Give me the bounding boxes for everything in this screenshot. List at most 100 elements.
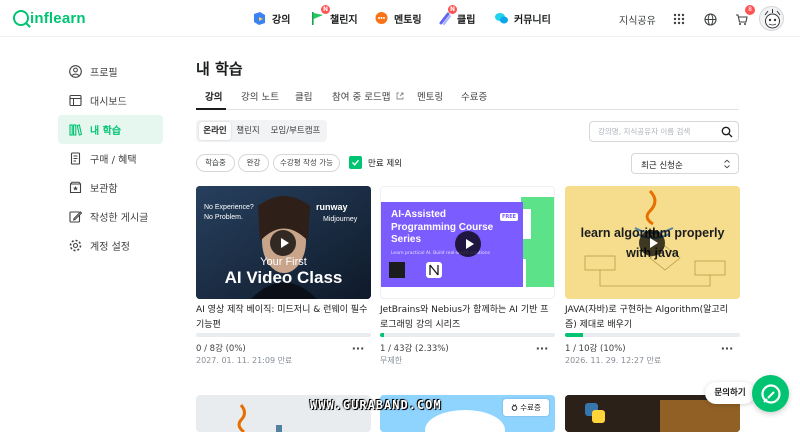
more-options-button[interactable]: ··· bbox=[351, 343, 365, 356]
profile-icon bbox=[68, 65, 82, 79]
chevron-updown-icon bbox=[724, 159, 730, 169]
course-progress-count: 1 / 43강 (2.33%) bbox=[380, 344, 449, 354]
cart-icon bbox=[735, 13, 748, 25]
play-button[interactable] bbox=[639, 230, 665, 256]
sort-select[interactable]: 최근 신청순 bbox=[631, 153, 739, 174]
segment-challenge[interactable]: 챌린지 bbox=[233, 122, 263, 140]
thumb-subtitle: Learn practical AI. Build real-world sol… bbox=[391, 251, 491, 256]
tab-certificates[interactable]: 수료증 bbox=[461, 89, 487, 103]
cart-count-badge: 8 bbox=[745, 5, 755, 15]
thumb-tagline-line2: No Problem. bbox=[204, 214, 243, 221]
exclude-expired-checkbox[interactable] bbox=[349, 156, 362, 169]
sidebar-item-label: 대시보드 bbox=[90, 97, 127, 108]
course-title[interactable]: JAVA(자바)로 구현하는 Algorithm(알고리즘) 제대로 배우기 bbox=[565, 303, 737, 333]
page-title: 내 학습 bbox=[196, 60, 243, 78]
tab-lecture-notes[interactable]: 강의 노트 bbox=[241, 89, 279, 103]
filter-chip-in-progress[interactable]: 학습중 bbox=[196, 154, 235, 172]
sidebar-item-archive[interactable]: 보관함 bbox=[58, 173, 163, 202]
thumb-tagline-line1: No Experience? bbox=[204, 204, 254, 211]
tab-clips[interactable]: 클립 bbox=[295, 89, 312, 103]
sidebar: 프로필 대시보드 내 학습 구매 / 혜택 보관함 작성한 게시글 계정 설정 bbox=[58, 57, 163, 260]
books-icon bbox=[68, 123, 82, 137]
tab-lectures[interactable]: 강의 bbox=[205, 89, 222, 103]
course-title[interactable]: JetBrains와 Nebius가 함께하는 AI 기반 프로그래밍 강의 시… bbox=[380, 303, 552, 333]
course-progress-count: 0 / 8강 (0%) bbox=[196, 344, 246, 354]
logo-mark-icon bbox=[13, 10, 29, 26]
community-icon bbox=[494, 11, 509, 26]
thumb-free-tag: FREE bbox=[500, 213, 519, 221]
knowledge-share-link[interactable]: 지식공유 bbox=[619, 12, 656, 27]
nav-lecture[interactable]: 강의 bbox=[252, 9, 290, 27]
cart-button[interactable]: 8 bbox=[730, 5, 755, 30]
sidebar-item-label: 작성한 게시글 bbox=[90, 213, 149, 224]
external-link-icon bbox=[396, 92, 403, 100]
apps-grid-button[interactable] bbox=[668, 8, 690, 30]
sidebar-item-my-learning[interactable]: 내 학습 bbox=[58, 115, 163, 144]
search-input[interactable] bbox=[598, 125, 718, 138]
sort-value: 최근 신청순 bbox=[641, 161, 683, 171]
settings-icon bbox=[68, 239, 82, 253]
archive-icon bbox=[68, 181, 82, 195]
play-button[interactable] bbox=[270, 230, 296, 256]
play-button[interactable] bbox=[455, 231, 481, 257]
course-thumbnail[interactable]: AI-Assisted Programming Course Series FR… bbox=[380, 186, 555, 299]
sidebar-item-dashboard[interactable]: 대시보드 bbox=[58, 86, 163, 115]
edit-icon bbox=[68, 210, 82, 224]
exclude-expired-label: 만료 제외 bbox=[368, 159, 402, 169]
challenge-flag-icon: N bbox=[310, 4, 330, 26]
clip-icon: N bbox=[437, 4, 457, 26]
sidebar-item-purchase[interactable]: 구매 / 혜택 bbox=[58, 144, 163, 173]
checkmark-icon bbox=[352, 159, 360, 166]
nav-challenge-label: 챌린지 bbox=[330, 14, 358, 26]
nav-lecture-label: 강의 bbox=[272, 14, 291, 26]
course-progress-bar bbox=[380, 333, 555, 337]
segment-online[interactable]: 온라인 bbox=[199, 122, 231, 140]
certificate-badge: 수료증 bbox=[503, 399, 549, 416]
inquiry-button[interactable]: 문의하기 bbox=[705, 382, 755, 404]
chat-fab-button[interactable] bbox=[752, 375, 789, 412]
sidebar-item-profile[interactable]: 프로필 bbox=[58, 57, 163, 86]
user-avatar[interactable] bbox=[759, 6, 784, 31]
clip-new-badge: N bbox=[448, 4, 457, 14]
top-header: inflearn 강의 N 챌린지 멘토링 N 클립 커뮤니티 지식공유 8 bbox=[0, 0, 800, 37]
course-thumbnail[interactable]: No Experience? No Problem. runway Midjou… bbox=[196, 186, 371, 299]
svg-text:gam: gam bbox=[450, 408, 475, 422]
segment-bootcamp[interactable]: 모임/부트캠프 bbox=[266, 122, 325, 140]
course-progress-bar bbox=[196, 333, 371, 337]
nav-challenge[interactable]: N 챌린지 bbox=[310, 4, 358, 27]
inflearn-logo[interactable]: inflearn bbox=[13, 9, 86, 27]
medal-icon bbox=[511, 404, 518, 411]
nav-mentoring[interactable]: 멘토링 bbox=[374, 9, 422, 27]
sidebar-item-label: 보관함 bbox=[90, 184, 118, 195]
course-expiry-date: 무제한 bbox=[380, 356, 403, 365]
nav-community[interactable]: 커뮤니티 bbox=[494, 9, 551, 27]
filter-chip-review-available[interactable]: 수강평 작성 가능 bbox=[273, 154, 340, 172]
tab-roadmap[interactable]: 참여 중 로드맵 bbox=[332, 89, 404, 103]
tab-roadmap-label: 참여 중 로드맵 bbox=[332, 92, 391, 103]
course-title[interactable]: AI 영상 제작 베이직: 미드저니 & 런웨이 필수 기능편 bbox=[196, 303, 368, 333]
challenge-new-badge: N bbox=[321, 4, 330, 14]
certificate-badge-label: 수료증 bbox=[520, 403, 541, 412]
thumb-title-line2: AI Video Class bbox=[224, 268, 343, 287]
nav-clip[interactable]: N 클립 bbox=[437, 4, 476, 27]
logo-text: inflearn bbox=[30, 9, 86, 27]
tab-mentoring[interactable]: 멘토링 bbox=[417, 89, 443, 103]
course-thumbnail[interactable]: learn algorithm properly with java bbox=[565, 186, 740, 299]
active-tab-indicator bbox=[196, 108, 226, 110]
nav-clip-label: 클립 bbox=[457, 14, 476, 26]
nav-community-label: 커뮤니티 bbox=[514, 14, 551, 26]
language-button[interactable] bbox=[699, 8, 721, 30]
avatar-illustration-icon bbox=[764, 9, 781, 29]
globe-icon bbox=[703, 12, 717, 26]
course-progress-fill bbox=[565, 333, 583, 337]
sidebar-item-label: 계정 설정 bbox=[90, 242, 130, 253]
more-options-button[interactable]: ··· bbox=[535, 343, 549, 356]
mentoring-icon bbox=[374, 11, 389, 26]
search-icon[interactable] bbox=[721, 126, 733, 138]
chat-bubble-icon bbox=[760, 383, 781, 404]
apps-grid-icon bbox=[673, 13, 685, 25]
sidebar-item-account-settings[interactable]: 계정 설정 bbox=[58, 231, 163, 260]
sidebar-item-my-posts[interactable]: 작성한 게시글 bbox=[58, 202, 163, 231]
more-options-button[interactable]: ··· bbox=[720, 343, 734, 356]
filter-chip-completed[interactable]: 완강 bbox=[238, 154, 269, 172]
